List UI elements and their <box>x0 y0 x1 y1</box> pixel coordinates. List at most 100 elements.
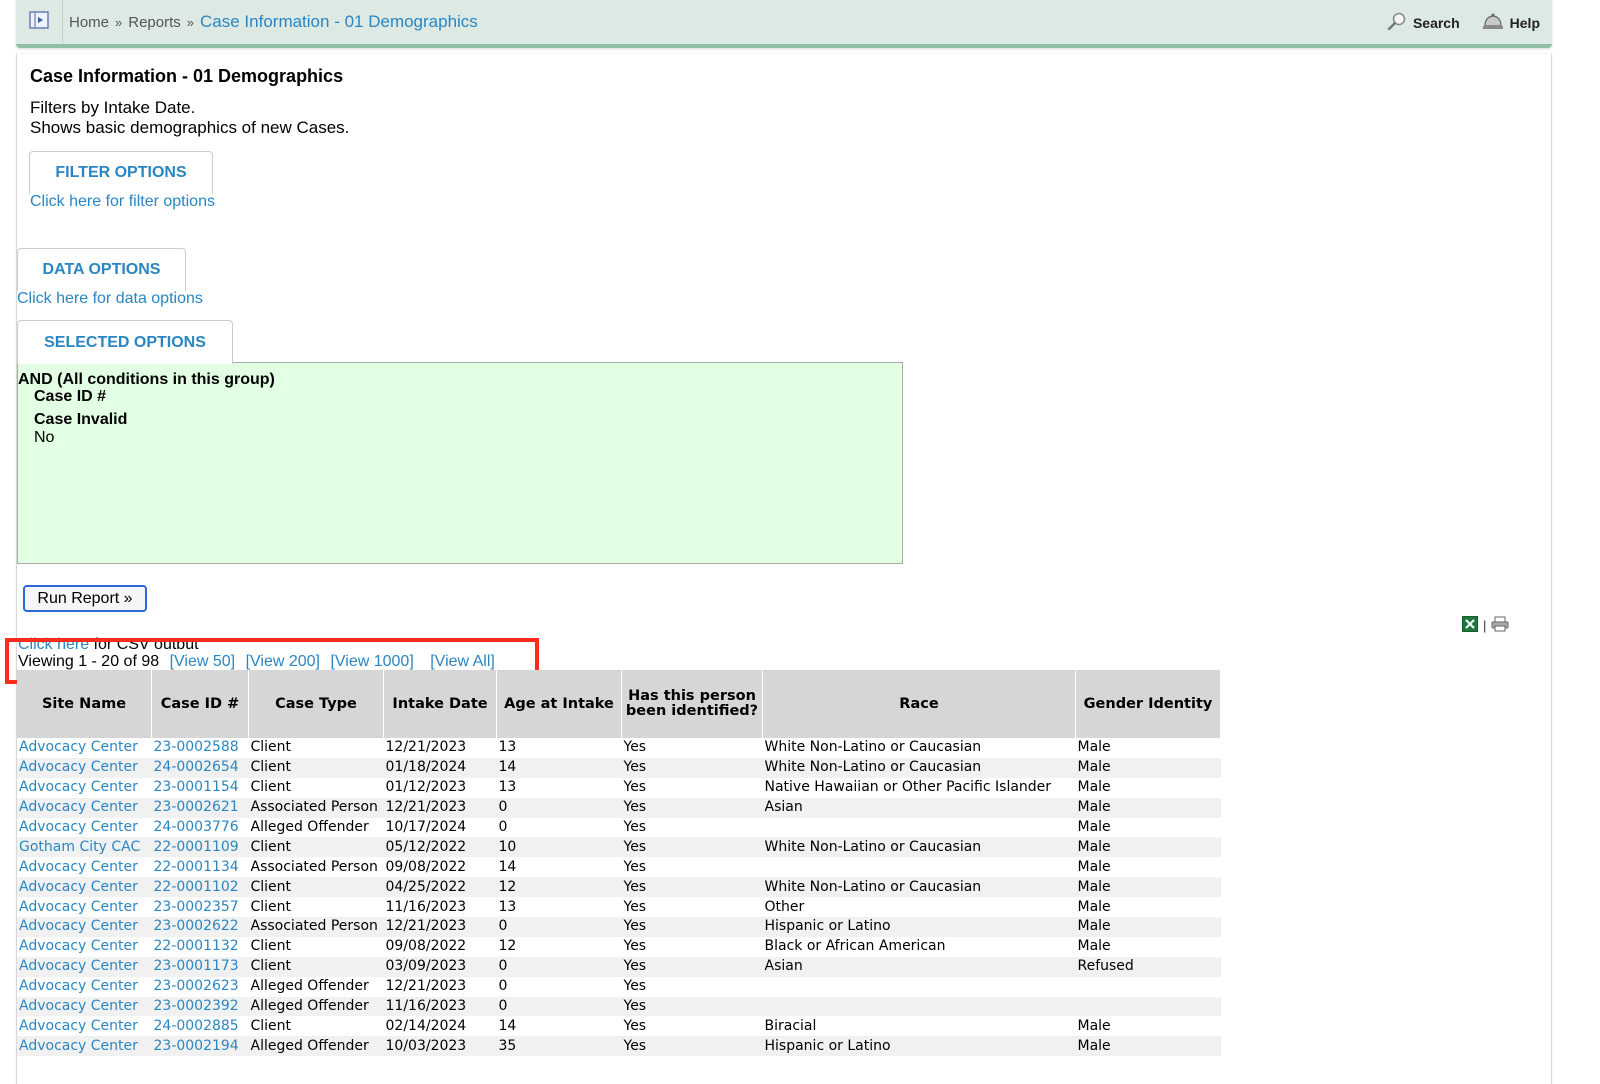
tab-selected-options[interactable]: SELECTED OPTIONS <box>17 320 233 364</box>
gender-cell: Male <box>1077 1017 1111 1034</box>
case-id-cell[interactable]: 24-0003776 <box>152 818 249 838</box>
intake-date-cell: 10/17/2024 <box>385 819 467 835</box>
race-cell: White Non-Latino or Caucasian <box>762 837 1076 858</box>
intake-date-cell: 12/21/2023 <box>383 797 497 818</box>
race-cell <box>763 818 1076 838</box>
age-cell: 35 <box>496 1036 622 1057</box>
gender-cell <box>1075 996 1221 1017</box>
race-cell: Hispanic or Latino <box>762 1036 1076 1057</box>
column-header[interactable]: Age at Intake <box>496 670 622 738</box>
site-name-cell[interactable]: Advocacy Center <box>17 956 152 977</box>
case-type-cell: Client <box>250 898 292 915</box>
tab-filter-options[interactable]: FILTER OPTIONS <box>29 151 213 194</box>
site-name-cell[interactable]: Gotham City CAC <box>17 837 152 858</box>
race-cell: White Non-Latino or Caucasian <box>764 739 982 756</box>
report-table: Site Name Case ID # Case Type Intake Dat… <box>17 670 1221 1057</box>
site-name-cell[interactable]: Advocacy Center <box>17 897 152 917</box>
site-name-cell[interactable]: Advocacy Center <box>17 857 152 877</box>
site-name-cell[interactable]: Advocacy Center <box>17 1036 152 1057</box>
race-cell <box>763 857 1076 877</box>
column-header[interactable]: Site Name <box>17 670 152 738</box>
site-name-cell[interactable]: Advocacy Center <box>17 757 152 778</box>
menu-toggle-button[interactable] <box>16 0 63 44</box>
site-name-cell[interactable]: Advocacy Center <box>17 778 152 798</box>
race-cell: White Non-Latino or Caucasian <box>762 877 1076 898</box>
data-options-link[interactable]: Click here for data options <box>17 290 203 308</box>
breadcrumb-home[interactable]: Home <box>69 14 109 31</box>
intake-date-cell: 12/21/2023 <box>385 739 467 756</box>
print-icon[interactable] <box>1491 616 1509 635</box>
age-cell: 14 <box>498 858 517 875</box>
column-header[interactable]: Case ID # <box>151 670 249 738</box>
case-id-cell[interactable]: 24-0002885 <box>152 1016 249 1036</box>
identified-cell: Yes <box>621 1036 763 1057</box>
site-name-cell[interactable]: Advocacy Center <box>17 977 152 997</box>
gender-cell: Male <box>1077 739 1111 756</box>
site-name-cell[interactable]: Advocacy Center <box>17 738 152 758</box>
breadcrumb-current[interactable]: Case Information - 01 Demographics <box>200 12 478 31</box>
table-row: Advocacy Center 22-0001134 Associated Pers… <box>17 857 1221 877</box>
case-id-cell[interactable]: 22-0001102 <box>151 877 249 898</box>
tab-label: SELECTED OPTIONS <box>44 333 206 351</box>
table-row: Advocacy Center 23-0002621 Associated Pers… <box>17 797 1221 818</box>
site-name-cell[interactable]: Advocacy Center <box>17 877 152 898</box>
intake-date-cell: 02/14/2024 <box>385 1017 467 1034</box>
filter-options-link[interactable]: Click here for filter options <box>30 193 215 211</box>
age-cell: 0 <box>496 917 622 937</box>
site-name-cell[interactable]: Advocacy Center <box>17 1016 152 1036</box>
breadcrumb-separator: » <box>115 15 123 30</box>
case-id-cell[interactable]: 22-0001109 <box>151 837 249 858</box>
column-header[interactable]: Intake Date <box>383 670 497 738</box>
case-id-cell[interactable]: 23-0001173 <box>151 956 249 977</box>
gender-cell: Male <box>1075 917 1221 937</box>
age-cell: 0 <box>498 978 508 995</box>
case-id-cell[interactable]: 24-0002654 <box>151 757 249 778</box>
intake-date-cell: 12/21/2023 <box>385 978 467 995</box>
search-button[interactable]: Search <box>1387 12 1460 33</box>
table-row: Advocacy Center 23-0002357 Client 11/16/202… <box>17 897 1221 917</box>
intake-date-cell: 03/09/2023 <box>383 956 497 977</box>
table-row: Advocacy Center 23-0002194 Alleged Offende… <box>17 1036 1221 1057</box>
gender-cell: Male <box>1077 779 1111 796</box>
case-id-cell[interactable]: 22-0001132 <box>152 937 249 957</box>
intake-date-cell: 11/16/2023 <box>385 898 467 915</box>
column-header[interactable]: Gender Identity <box>1075 670 1221 738</box>
identified-cell: Yes <box>621 956 763 977</box>
site-name-cell[interactable]: Advocacy Center <box>17 996 152 1017</box>
condition-case-id: Case ID # <box>34 388 106 406</box>
site-name-cell[interactable]: Advocacy Center <box>17 937 152 957</box>
case-id-cell[interactable]: 23-0002194 <box>151 1036 249 1057</box>
site-name-cell[interactable]: Advocacy Center <box>17 797 152 818</box>
column-header[interactable]: Has this person been identified? <box>621 670 763 738</box>
case-type-cell: Client <box>250 1017 292 1034</box>
case-type-cell: Alleged Offender <box>248 996 384 1017</box>
column-header[interactable]: Case Type <box>248 670 384 738</box>
run-report-button[interactable]: Run Report » <box>23 585 147 612</box>
case-id-cell[interactable]: 23-0002621 <box>151 797 249 818</box>
case-type-cell: Client <box>248 757 384 778</box>
identified-cell: Yes <box>621 797 763 818</box>
site-name-cell[interactable]: Advocacy Center <box>17 818 152 838</box>
site-name-cell[interactable]: Advocacy Center <box>17 917 152 937</box>
identified-cell: Yes <box>623 779 647 796</box>
help-label: Help <box>1509 14 1540 31</box>
age-cell: 0 <box>498 819 508 835</box>
age-cell: 14 <box>498 1017 517 1034</box>
case-id-cell[interactable]: 23-0002357 <box>152 897 249 917</box>
tab-data-options[interactable]: DATA OPTIONS <box>17 248 186 291</box>
case-id-cell[interactable]: 23-0002622 <box>151 917 249 937</box>
excel-export-icon[interactable] <box>1462 616 1478 635</box>
description-line: Filters by Intake Date. <box>30 98 196 117</box>
case-type-cell: Client <box>250 739 292 756</box>
case-id-cell[interactable]: 23-0002392 <box>151 996 249 1017</box>
age-cell: 0 <box>496 797 622 818</box>
case-id-cell[interactable]: 23-0002588 <box>152 738 249 758</box>
case-id-cell[interactable]: 22-0001134 <box>152 857 249 877</box>
case-id-cell[interactable]: 23-0002623 <box>152 977 249 997</box>
age-cell: 0 <box>496 996 622 1017</box>
help-button[interactable]: Help <box>1482 12 1540 33</box>
case-id-cell[interactable]: 23-0001154 <box>152 778 249 798</box>
breadcrumb-reports[interactable]: Reports <box>128 14 181 31</box>
case-type-cell: Client <box>250 938 292 955</box>
column-header[interactable]: Race <box>762 670 1076 738</box>
